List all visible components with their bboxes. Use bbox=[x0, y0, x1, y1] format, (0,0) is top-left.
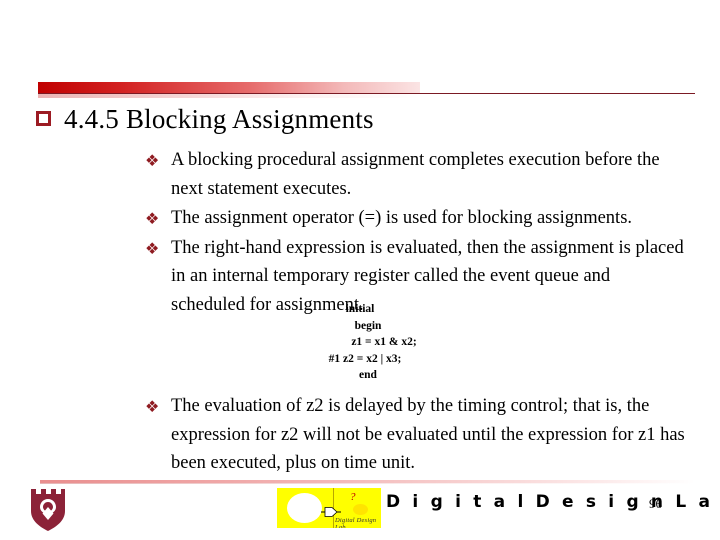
list-item-text: The evaluation of z2 is delayed by the t… bbox=[171, 396, 685, 473]
code-line: begin bbox=[354, 319, 382, 332]
header-accent-bar bbox=[38, 82, 420, 93]
slide-canvas: 4.4.5 Blocking Assignments ❖ A blocking … bbox=[0, 0, 720, 540]
logo-dot-shape bbox=[353, 504, 368, 515]
logic-gate-icon bbox=[321, 504, 341, 517]
slide-title: 4.4.5 Blocking Assignments bbox=[36, 104, 374, 134]
diamond-bullet-icon: ❖ bbox=[145, 209, 160, 228]
code-snippet: initial begin z1 = x1 & x2; #1 z2 = x2 |… bbox=[0, 301, 720, 384]
diamond-bullet-icon: ❖ bbox=[145, 238, 160, 258]
list-item: ❖ The assignment operator (=) is used fo… bbox=[145, 204, 685, 233]
question-mark-icon: ? bbox=[350, 491, 356, 503]
square-bullet-icon bbox=[36, 111, 51, 126]
list-item: ❖ The evaluation of z2 is delayed by the… bbox=[145, 392, 690, 478]
list-item-text: A blocking procedural assignment complet… bbox=[171, 150, 660, 199]
footer-rule-thin bbox=[40, 483, 695, 484]
slide-title-text: 4.4.5 Blocking Assignments bbox=[64, 104, 374, 134]
logo-caption: Digital Design Lab bbox=[335, 517, 377, 528]
university-crest-icon bbox=[28, 487, 68, 533]
diamond-bullet-icon: ❖ bbox=[145, 151, 160, 170]
code-line: #1 z2 = x2 | x3; bbox=[328, 352, 402, 365]
code-line: initial bbox=[345, 303, 375, 315]
header-rule-fade bbox=[38, 94, 420, 98]
code-line: z1 = x1 & x2; bbox=[351, 336, 417, 348]
bullet-list-lower: ❖ The evaluation of z2 is delayed by the… bbox=[145, 392, 690, 479]
lab-logo: ? Digital Design Lab bbox=[277, 488, 381, 528]
page-number: 96 bbox=[649, 496, 662, 511]
brand-title: D i g i t a l D e s i g n L a b bbox=[386, 492, 720, 512]
logo-ellipse-shape bbox=[287, 493, 322, 523]
bullet-list-upper: ❖ A blocking procedural assignment compl… bbox=[145, 146, 685, 320]
diamond-bullet-icon: ❖ bbox=[145, 397, 160, 416]
list-item-text: The assignment operator (=) is used for … bbox=[171, 208, 633, 228]
list-item: ❖ A blocking procedural assignment compl… bbox=[145, 146, 685, 203]
code-line: end bbox=[359, 369, 377, 381]
